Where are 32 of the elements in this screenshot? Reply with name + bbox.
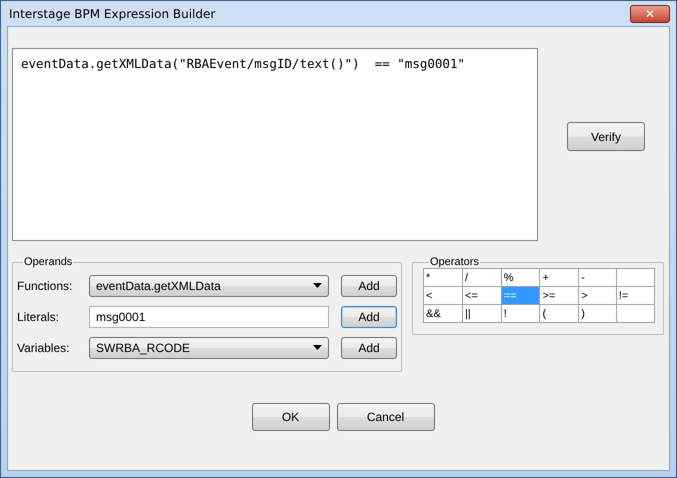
operator-cell[interactable]: || — [462, 304, 502, 322]
operator-cell[interactable]: / — [462, 268, 502, 286]
operator-cell[interactable]: > — [578, 286, 616, 304]
dropdown[interactable]: eventData.getXMLData — [89, 274, 329, 296]
field-label: Variables: — [17, 340, 70, 354]
dialog-button[interactable]: OK — [252, 403, 330, 431]
field-label: Functions: — [17, 278, 74, 292]
expression-field[interactable]: eventData.getXMLData("RBAEvent/msgID/text()") == "msg0001" — [12, 48, 538, 241]
operator-cell[interactable]: && — [424, 304, 463, 322]
operator-cell[interactable]: != — [616, 286, 654, 304]
field-label: Literals: — [17, 310, 60, 324]
operator-cell[interactable]: <= — [462, 286, 502, 304]
verify-button[interactable]: Verify — [567, 122, 645, 151]
operator-cell[interactable]: ( — [540, 304, 579, 322]
window-title: Interstage BPM Expression Builder — [8, 6, 216, 20]
dialog-button[interactable]: Cancel — [336, 403, 434, 431]
add-button[interactable]: Add — [341, 336, 397, 358]
add-button[interactable]: Add — [341, 274, 397, 296]
operator-cell[interactable]: * — [424, 268, 463, 286]
input-field[interactable]: msg0001 — [89, 306, 329, 328]
operator-cell[interactable]: - — [578, 268, 616, 286]
operator-cell[interactable]: >= — [540, 286, 579, 304]
operator-cell[interactable]: < — [424, 286, 463, 304]
caret-icon — [313, 283, 322, 288]
dropdown[interactable]: SWRBA_RCODE — [89, 336, 329, 358]
operator-cell[interactable]: + — [540, 268, 579, 286]
operator-cell[interactable]: ) — [578, 304, 616, 322]
group-title: Operands — [23, 256, 74, 268]
operator-cell[interactable]: ! — [501, 304, 540, 322]
add-button[interactable]: Add — [341, 306, 397, 328]
group-title: Operators — [429, 256, 480, 268]
caret-icon — [313, 345, 322, 350]
